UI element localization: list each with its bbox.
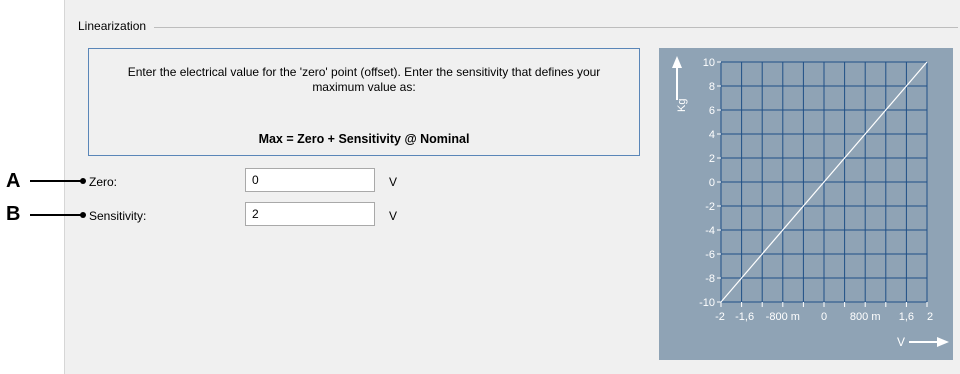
chart-y-tick-label: 8 (709, 81, 715, 93)
chart-x-tick-label: -800 m (766, 311, 800, 323)
linearization-chart: 10 8 6 4 2 0 -2 -4 -6 -8 -10 -2 -1,6 -800 m 0 800 m 1,6 2… (659, 48, 953, 360)
sensitivity-input[interactable] (245, 202, 375, 226)
panel-divider (64, 0, 65, 374)
group-title: Linearization (78, 18, 155, 34)
info-box: Enter the electrical value for the 'zero… (88, 48, 640, 156)
chart-x-tick-label: -2 (715, 311, 725, 323)
chart-y-tick-label: -6 (705, 249, 715, 261)
chart-y-tick-label: -10 (699, 297, 715, 309)
group-divider (78, 27, 958, 28)
chart-y-tick-label: 4 (709, 129, 715, 141)
chart-x-tick-label: 1,6 (899, 311, 914, 323)
callout-b-line (30, 214, 82, 216)
chart-y-tick-label: 0 (709, 177, 715, 189)
chart-x-tick-label: 2 (927, 311, 933, 323)
chart-svg: 1086420-2-4-6-8-10-2 -1,6 -800 m 0 800 m 1,6 2… (659, 48, 953, 360)
chart-y-tick-label: -8 (705, 273, 715, 285)
callout-a-line (30, 180, 82, 182)
chart-y-tick-label: 10 (703, 57, 715, 69)
chart-x-tick-label: 800 m (850, 311, 881, 323)
chart-x-tick-label: 0 (821, 311, 827, 323)
info-formula: Max = Zero + Sensitivity @ Nominal (258, 132, 470, 146)
chart-x-axis-label: V (897, 335, 905, 349)
zero-input[interactable] (245, 168, 375, 192)
chart-y-tick-label: 2 (709, 153, 715, 165)
chart-y-tick-label: 6 (709, 105, 715, 117)
chart-y-tick-label: -4 (705, 225, 715, 237)
chart-y-axis-label: Kg (676, 99, 688, 112)
sensitivity-label: Sensitivity: (89, 209, 147, 223)
callout-b-dot (80, 212, 86, 218)
callout-a-letter: A (6, 170, 21, 192)
zero-label: Zero: (89, 175, 118, 189)
info-text: Enter the electrical value for the 'zero… (127, 65, 601, 94)
callout-a-dot (80, 178, 86, 184)
chart-y-tick-label: -2 (705, 201, 715, 213)
chart-x-tick-label: -1,6 (735, 311, 754, 323)
sensitivity-unit: V (389, 209, 398, 223)
callout-b-letter: B (6, 203, 21, 225)
zero-unit: V (389, 175, 398, 189)
